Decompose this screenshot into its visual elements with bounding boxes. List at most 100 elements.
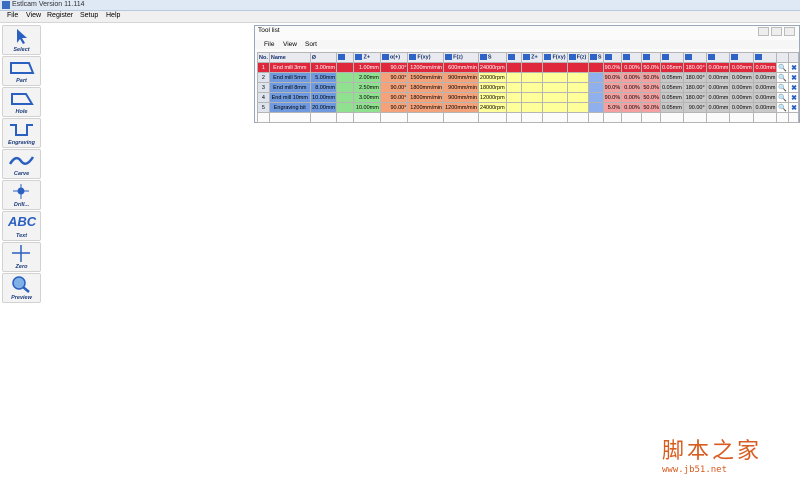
table-row[interactable]: 3 End mill 8mm 8.00mm 2.50mm 90.00° 1800mm/mi… [257,82,799,93]
engraving-button[interactable]: Engraving [2,118,41,148]
table-cell[interactable]: 1800mm/min [407,92,445,103]
edit-tool-icon[interactable]: 🔍 [778,65,787,72]
table-cell[interactable]: 0.00mm [752,102,778,113]
table-cell[interactable] [336,62,355,73]
table-cell[interactable] [505,112,523,123]
table-cell[interactable] [505,62,523,73]
table-cell[interactable]: ✖ [788,72,799,83]
table-cell[interactable]: 900mm/min [443,72,479,83]
table-cell[interactable]: 180.00° [682,82,707,93]
table-cell[interactable] [659,112,684,123]
table-cell[interactable] [336,72,355,83]
table-cell[interactable]: End mill 5mm [268,72,311,83]
table-cell[interactable]: 50.0% [640,102,661,113]
table-cell[interactable]: End mill 8mm [268,82,311,93]
table-cell[interactable] [788,112,799,123]
table-cell[interactable]: 0.00% [621,92,642,103]
table-cell[interactable]: 0.00mm [752,92,778,103]
table-header-cell[interactable] [682,52,707,63]
table-cell[interactable]: 600mm/min [443,62,479,73]
delete-tool-icon[interactable]: ✖ [791,85,797,92]
table-header-cell[interactable]: Ø [309,52,338,63]
table-cell[interactable] [505,72,523,83]
table-cell[interactable] [587,102,604,113]
menu-setup[interactable]: Setup [80,12,98,19]
table-cell[interactable]: 24000rpm [477,102,507,113]
table-cell[interactable]: 0.00mm [752,62,778,73]
table-cell[interactable] [542,82,568,93]
table-header-cell[interactable] [752,52,778,63]
tool-menu-file[interactable]: File [264,41,274,48]
table-cell[interactable] [566,112,589,123]
table-cell[interactable] [640,112,661,123]
table-cell[interactable] [353,112,381,123]
table-header-cell[interactable] [602,52,623,63]
table-cell[interactable]: 90.0% [602,62,623,73]
table-cell[interactable]: 0.05mm [659,92,684,103]
table-cell[interactable]: 50.0% [640,82,661,93]
table-cell[interactable]: 90.00° [379,72,409,83]
delete-tool-icon[interactable]: ✖ [791,95,797,102]
table-cell[interactable]: 1800mm/min [407,82,445,93]
table-cell[interactable]: ✖ [788,82,799,93]
table-cell[interactable] [587,92,604,103]
table-cell[interactable]: 0.00mm [705,92,731,103]
table-header-cell[interactable] [640,52,661,63]
table-cell[interactable]: 3.00mm [309,62,338,73]
table-header-cell[interactable]: Name [268,52,311,63]
table-cell[interactable]: 4 [257,92,270,103]
table-cell[interactable]: 🔍 [776,92,790,103]
delete-tool-icon[interactable]: ✖ [791,65,797,72]
table-cell[interactable]: 90.0% [602,82,623,93]
table-row[interactable]: 5 Engraving bit 20.00mm 10.00mm 90.00° 1200mm… [257,102,799,113]
table-cell[interactable]: 2 [257,72,270,83]
table-cell[interactable]: 0.00mm [705,102,731,113]
table-cell[interactable] [521,62,544,73]
table-cell[interactable]: 5.0% [602,102,623,113]
table-header-cell[interactable] [776,52,790,63]
table-header-cell[interactable]: α(+) [379,52,409,63]
table-cell[interactable]: 1200mm/min [407,102,445,113]
table-cell[interactable]: 2.50mm [353,82,381,93]
drill-button[interactable]: Drill... [2,180,41,210]
table-header-cell[interactable] [729,52,754,63]
table-header-cell[interactable]: Z+ [521,52,544,63]
table-cell[interactable]: 5.00mm [309,72,338,83]
table-cell[interactable] [257,112,270,123]
table-header-cell[interactable]: F(z) [443,52,479,63]
edit-tool-icon[interactable]: 🔍 [778,75,787,82]
table-cell[interactable]: 🔍 [776,102,790,113]
table-cell[interactable]: End mill 3mm [268,62,311,73]
table-cell[interactable]: 24000rpm [477,62,507,73]
table-cell[interactable] [752,112,778,123]
table-cell[interactable]: 8.00mm [309,82,338,93]
table-cell[interactable] [521,92,544,103]
table-cell[interactable] [521,102,544,113]
table-cell[interactable]: 180.00° [682,72,707,83]
table-cell[interactable]: 90.00° [379,62,409,73]
table-row[interactable]: 1 End mill 3mm 3.00mm 1.00mm 90.00° 1200mm/mi… [257,62,799,73]
table-cell[interactable]: 1200mm/min [407,62,445,73]
table-cell[interactable] [542,72,568,83]
table-cell[interactable]: 90.00° [682,102,707,113]
table-cell[interactable]: 10.00mm [309,92,338,103]
edit-tool-icon[interactable]: 🔍 [778,95,787,102]
table-cell[interactable] [587,112,604,123]
table-header-cell[interactable]: F(z) [566,52,589,63]
table-cell[interactable] [521,82,544,93]
table-cell[interactable] [566,62,589,73]
menu-file[interactable]: File [7,12,18,19]
table-cell[interactable]: 1500mm/min [407,72,445,83]
table-cell[interactable]: 5 [257,102,270,113]
table-cell[interactable] [587,62,604,73]
part-button[interactable]: Part [2,56,41,86]
table-cell[interactable]: 50.0% [640,72,661,83]
table-cell[interactable]: 900mm/min [443,82,479,93]
table-cell[interactable] [587,82,604,93]
table-header-cell[interactable]: F(xy) [407,52,445,63]
table-cell[interactable]: ✖ [788,102,799,113]
table-cell[interactable]: 18000rpm [477,82,507,93]
table-cell[interactable]: 20.00mm [309,102,338,113]
table-cell[interactable] [379,112,409,123]
table-cell[interactable]: 0.00mm [729,82,754,93]
